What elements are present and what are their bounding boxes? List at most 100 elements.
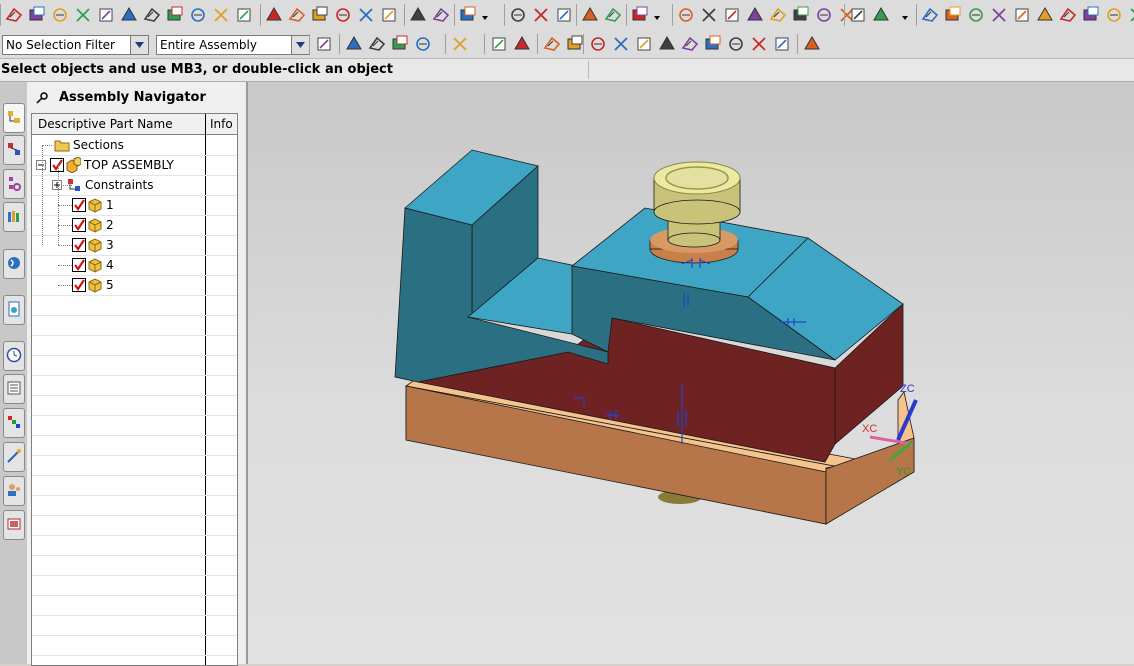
web-browser-tab[interactable] bbox=[3, 295, 25, 325]
toolbar-tool-icon[interactable] bbox=[1035, 5, 1055, 25]
toolbar-tool-icon[interactable] bbox=[310, 5, 330, 25]
toolbar-tool-icon[interactable] bbox=[431, 5, 451, 25]
chevron-down-icon[interactable] bbox=[652, 8, 662, 22]
snap-point-icon[interactable] bbox=[611, 34, 631, 54]
constraint-navigator-tab[interactable] bbox=[3, 135, 25, 165]
toolbar-tool-icon[interactable] bbox=[699, 5, 719, 25]
graphics-window[interactable]: ZC XC YC bbox=[248, 82, 1134, 664]
assembly-navigator-tab[interactable] bbox=[3, 103, 25, 133]
toolbar-tool-icon[interactable] bbox=[676, 5, 696, 25]
toolbar-tool-icon[interactable] bbox=[188, 5, 208, 25]
history-tab[interactable] bbox=[3, 341, 25, 371]
toolbar-tool-icon[interactable] bbox=[458, 5, 478, 25]
toolbar-tool-icon[interactable] bbox=[1012, 5, 1032, 25]
toolbar-tool-icon[interactable] bbox=[4, 5, 24, 25]
toolbar-tool-icon[interactable] bbox=[96, 5, 116, 25]
selection-mode-icon[interactable] bbox=[512, 34, 532, 54]
selection-tool-icon[interactable] bbox=[367, 34, 387, 54]
scope-filter-dropdown[interactable]: Entire Assembly bbox=[156, 35, 310, 55]
toolbar-tool-icon[interactable] bbox=[531, 5, 551, 25]
chevron-down-icon[interactable] bbox=[130, 36, 148, 54]
selection-filter-dropdown[interactable]: No Selection Filter bbox=[2, 35, 149, 55]
toolbar-tool-icon[interactable] bbox=[768, 5, 788, 25]
toolbar-tool-icon[interactable] bbox=[333, 5, 353, 25]
toolbar-tool-icon[interactable] bbox=[356, 5, 376, 25]
selection-tool-icon[interactable] bbox=[344, 34, 364, 54]
toolbar-tool-icon[interactable] bbox=[408, 5, 428, 25]
selection-mode-icon[interactable] bbox=[489, 34, 509, 54]
part-navigator-tab[interactable] bbox=[3, 169, 25, 199]
collapse-icon[interactable] bbox=[36, 160, 46, 170]
visibility-checkbox[interactable] bbox=[72, 218, 86, 232]
snap-point-icon[interactable] bbox=[703, 34, 723, 54]
toolbar-tool-icon[interactable] bbox=[791, 5, 811, 25]
snap-point-icon[interactable] bbox=[726, 34, 746, 54]
snap-point-icon[interactable] bbox=[772, 34, 792, 54]
tree-row[interactable]: Sections bbox=[32, 135, 237, 156]
grid-icon[interactable] bbox=[802, 34, 822, 54]
selection-tool-icon[interactable] bbox=[390, 34, 410, 54]
toolbar-tool-icon[interactable] bbox=[234, 5, 254, 25]
bushing[interactable] bbox=[649, 161, 741, 264]
visibility-checkbox[interactable] bbox=[50, 158, 64, 172]
toolbar-tool-icon[interactable] bbox=[73, 5, 93, 25]
column-header-name[interactable]: Descriptive Part Name bbox=[32, 114, 205, 135]
column-header-info[interactable]: Info bbox=[205, 114, 237, 135]
snap-point-icon[interactable] bbox=[588, 34, 608, 54]
visibility-checkbox[interactable] bbox=[72, 258, 86, 272]
toolbar-tool-icon[interactable] bbox=[630, 5, 650, 25]
snap-point-icon[interactable] bbox=[749, 34, 769, 54]
toolbar-tool-icon[interactable] bbox=[27, 5, 47, 25]
select-feature-icon[interactable] bbox=[542, 34, 562, 54]
toolbar-tool-icon[interactable] bbox=[119, 5, 139, 25]
manufacturing-wizards-tab[interactable] bbox=[3, 442, 25, 472]
toolbar-tool-icon[interactable] bbox=[848, 5, 868, 25]
process-studio-tab[interactable] bbox=[3, 408, 25, 438]
chevron-down-icon[interactable] bbox=[291, 36, 309, 54]
chevron-down-icon[interactable] bbox=[900, 8, 910, 22]
toolbar-tool-icon[interactable] bbox=[379, 5, 399, 25]
toolbar-tool-icon[interactable] bbox=[920, 5, 940, 25]
system-scenes-tab[interactable] bbox=[3, 510, 25, 540]
toolbar-tool-icon[interactable] bbox=[165, 5, 185, 25]
system-materials-tab[interactable] bbox=[3, 374, 25, 404]
toolbar-tool-icon[interactable] bbox=[142, 5, 162, 25]
roles-tab[interactable] bbox=[3, 476, 25, 506]
toolbar-tool-icon[interactable] bbox=[603, 5, 623, 25]
toolbar-tool-icon[interactable] bbox=[966, 5, 986, 25]
lasso-select-icon[interactable] bbox=[450, 34, 470, 54]
visibility-checkbox[interactable] bbox=[72, 198, 86, 212]
snap-point-icon[interactable] bbox=[657, 34, 677, 54]
toolbar-tool-icon[interactable] bbox=[211, 5, 231, 25]
toolbar-tool-icon[interactable] bbox=[871, 5, 891, 25]
toolbar-tool-icon[interactable] bbox=[989, 5, 1009, 25]
pin-icon[interactable] bbox=[35, 91, 49, 105]
tree-row[interactable]: TOP ASSEMBLY bbox=[32, 155, 237, 176]
select-feature-icon[interactable] bbox=[565, 34, 585, 54]
toolbar-tool-icon[interactable] bbox=[1058, 5, 1078, 25]
toolbar-tool-icon[interactable] bbox=[264, 5, 284, 25]
visibility-checkbox[interactable] bbox=[72, 238, 86, 252]
toolbar-tool-icon[interactable] bbox=[554, 5, 574, 25]
hd3d-tools-tab[interactable] bbox=[3, 249, 25, 279]
selection-tool-icon[interactable] bbox=[413, 34, 433, 54]
model-view[interactable]: ZC XC YC bbox=[248, 82, 1134, 664]
toolbar-tool-icon[interactable] bbox=[287, 5, 307, 25]
chevron-down-icon[interactable] bbox=[480, 8, 490, 22]
snap-point-icon[interactable] bbox=[634, 34, 654, 54]
snap-filter-icon[interactable] bbox=[314, 34, 334, 54]
snap-point-icon[interactable] bbox=[680, 34, 700, 54]
reuse-library-tab[interactable] bbox=[3, 202, 25, 232]
tree-row-empty bbox=[32, 615, 237, 636]
toolbar-tool-icon[interactable] bbox=[1081, 5, 1101, 25]
toolbar-tool-icon[interactable] bbox=[580, 5, 600, 25]
toolbar-tool-icon[interactable] bbox=[50, 5, 70, 25]
visibility-checkbox[interactable] bbox=[72, 278, 86, 292]
toolbar-tool-icon[interactable] bbox=[722, 5, 742, 25]
toolbar-tool-icon[interactable] bbox=[1104, 5, 1124, 25]
toolbar-tool-icon[interactable] bbox=[1127, 5, 1134, 25]
toolbar-tool-icon[interactable] bbox=[814, 5, 834, 25]
toolbar-tool-icon[interactable] bbox=[508, 5, 528, 25]
toolbar-tool-icon[interactable] bbox=[745, 5, 765, 25]
toolbar-tool-icon[interactable] bbox=[943, 5, 963, 25]
